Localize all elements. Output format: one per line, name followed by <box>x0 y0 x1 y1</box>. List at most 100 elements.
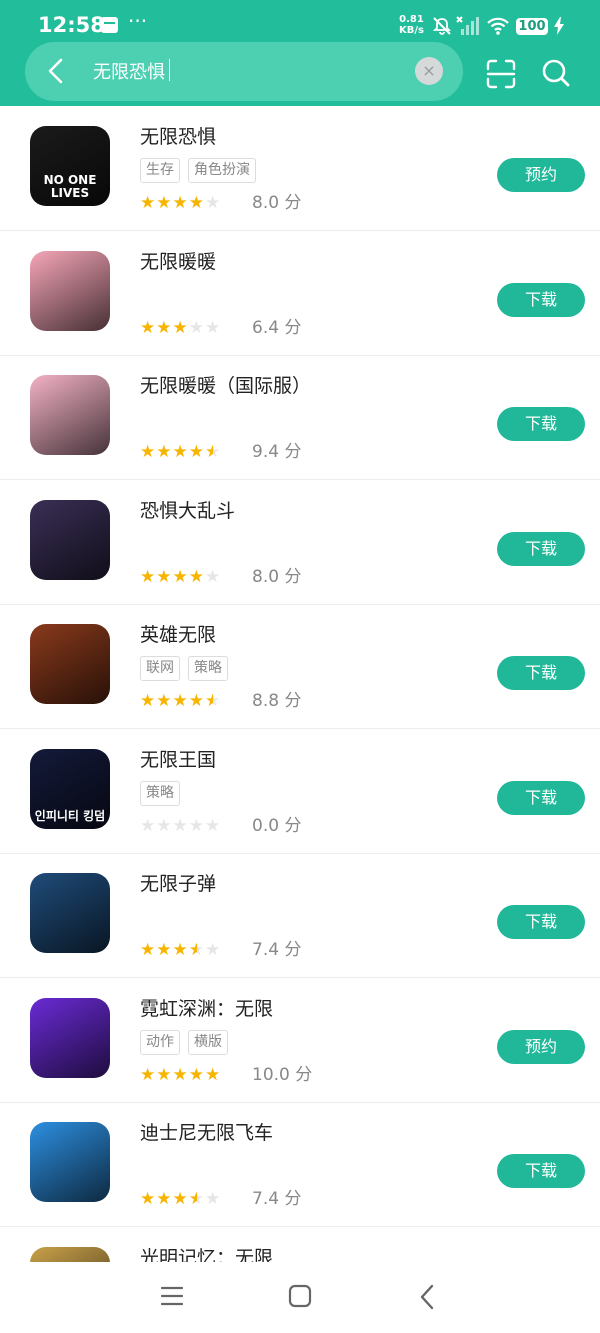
star-icon: ★ <box>172 815 189 836</box>
rating-score: 0.0 分 <box>252 815 302 836</box>
category-tag: 策略 <box>140 780 180 806</box>
star-icon: ★ <box>188 193 205 213</box>
app-list-item[interactable]: 迪士尼无限飞车 ★★★★★ 7.4 分下载 <box>0 1102 600 1227</box>
category-tag: 策略 <box>188 656 228 681</box>
app-icon[interactable] <box>30 624 110 704</box>
reserve-button[interactable]: 预约 <box>497 1029 585 1064</box>
app-name[interactable]: 无限王国 <box>140 745 216 772</box>
category-tag: 角色扮演 <box>188 158 256 183</box>
star-icon: ★ <box>156 1064 173 1085</box>
rating-score: 10.0 分 <box>252 1064 313 1085</box>
app-tags: 动作 横版 <box>140 1029 236 1055</box>
app-name[interactable]: 霓虹深渊：无限 <box>140 994 273 1021</box>
search-input[interactable]: 无限恐惧 <box>93 58 165 84</box>
app-icon[interactable] <box>30 1122 110 1202</box>
download-button[interactable]: 下载 <box>497 1154 585 1188</box>
app-icon[interactable] <box>30 375 110 455</box>
star-icon: ★ <box>172 940 189 960</box>
app-icon[interactable] <box>30 250 110 331</box>
app-list-item[interactable]: 英雄无限联网 策略 ★★★★★ 8.8 分 下载 <box>0 604 600 729</box>
network-speed: 0.81 KB/s <box>399 14 424 36</box>
star-icon: ★ <box>205 566 222 587</box>
app-icon[interactable] <box>30 997 110 1078</box>
star-icon: ★ <box>205 1189 222 1209</box>
star-icon: ★ <box>156 691 173 711</box>
rating-stars: ★★★★★ <box>140 691 221 711</box>
star-icon: ★ <box>172 317 189 338</box>
star-icon: ★ <box>188 317 205 338</box>
app-icon[interactable]: NO ONE LIVES <box>30 126 110 206</box>
app-icon[interactable] <box>30 1246 110 1262</box>
star-icon: ★ <box>140 940 157 960</box>
download-button[interactable]: 下载 <box>497 407 585 441</box>
app-name[interactable]: 无限子弹 <box>140 869 216 896</box>
star-icon: ★ <box>156 442 173 462</box>
star-icon: ★ <box>172 193 189 213</box>
clear-search-button[interactable]: × <box>415 57 443 85</box>
app-name[interactable]: 无限恐惧 <box>140 122 216 149</box>
app-list-item[interactable]: 无限暖暖（国际服） ★★★★★ 9.4 分下载 <box>0 355 600 480</box>
speed-value: 0.81 <box>399 14 424 25</box>
download-button[interactable]: 下载 <box>497 531 585 566</box>
download-button[interactable]: 下载 <box>497 656 585 690</box>
star-icon: ★ <box>140 1189 157 1209</box>
download-button[interactable]: 下载 <box>497 905 585 939</box>
app-list-item[interactable]: 光明记忆：无限 <box>0 1227 600 1263</box>
star-icon: ★ <box>140 815 157 836</box>
app-icon[interactable]: 인피니티 킹덤 <box>30 748 110 829</box>
star-icon: ★ <box>188 940 205 960</box>
app-icon[interactable] <box>30 499 110 580</box>
app-name[interactable]: 无限暖暖 <box>140 247 216 274</box>
rating-stars: ★★★★★ <box>140 1189 221 1209</box>
star-icon: ★ <box>156 193 173 213</box>
rating-score: 6.4 分 <box>252 317 302 338</box>
reserve-button[interactable]: 预约 <box>497 158 585 192</box>
app-name[interactable]: 英雄无限 <box>140 620 216 647</box>
mute-bell-icon <box>432 17 452 35</box>
rating-stars: ★★★★★ <box>140 816 221 836</box>
rating-score: 8.0 分 <box>252 193 302 213</box>
rating-score: 8.8 分 <box>252 691 302 711</box>
star-icon: ★ <box>156 317 173 338</box>
star-icon: ★ <box>140 1064 157 1085</box>
calendar-icon <box>101 17 118 33</box>
menu-icon[interactable] <box>161 1285 183 1307</box>
app-list-item[interactable]: 霓虹深渊：无限 动作 横版 ★★★★★ 10.0 分预约 <box>0 978 600 1103</box>
app-tags: 联网 策略 <box>140 656 236 681</box>
star-icon: ★ <box>205 691 222 711</box>
star-icon: ★ <box>156 1189 173 1209</box>
home-icon[interactable] <box>288 1284 312 1308</box>
star-icon: ★ <box>156 566 173 587</box>
app-list-item[interactable]: NO ONE LIVES 无限恐惧 生存 角色扮演 ★★★★★ 8.0 分预约 <box>0 106 600 231</box>
scan-icon[interactable] <box>485 58 517 90</box>
star-icon: ★ <box>172 1064 189 1085</box>
star-icon: ★ <box>172 691 189 711</box>
star-icon: ★ <box>205 317 222 338</box>
system-back-icon[interactable] <box>418 1284 436 1310</box>
star-icon: ★ <box>188 815 205 836</box>
app-list-item[interactable]: 无限暖暖 ★★★★★ 6.4 分下载 <box>0 231 600 356</box>
app-name[interactable]: 无限暖暖（国际服） <box>140 371 311 398</box>
search-bar[interactable] <box>25 42 463 101</box>
download-button[interactable]: 下载 <box>497 780 585 815</box>
app-list-item[interactable]: 无限子弹 ★★★★★ 7.4 分下载 <box>0 853 600 978</box>
app-name[interactable]: 迪士尼无限飞车 <box>140 1118 273 1145</box>
app-list-item[interactable]: 인피니티 킹덤 无限王国策略 ★★★★★ 0.0 分 下载 <box>0 729 600 854</box>
app-name[interactable]: 恐惧大乱斗 <box>140 496 235 523</box>
rating-stars: ★★★★★ <box>140 567 221 587</box>
clock: 12:58 <box>38 13 105 37</box>
category-tag: 横版 <box>188 1029 228 1055</box>
app-icon[interactable] <box>30 873 110 953</box>
search-results-list[interactable]: NO ONE LIVES 无限恐惧 生存 角色扮演 ★★★★★ 8.0 分预约 无限暖暖 ★★… <box>0 106 600 1262</box>
star-icon: ★ <box>140 193 157 213</box>
text-cursor <box>169 59 170 81</box>
star-icon: ★ <box>205 940 222 960</box>
app-list-item[interactable]: 恐惧大乱斗 ★★★★★ 8.0 分下载 <box>0 480 600 605</box>
rating-score: 9.4 分 <box>252 442 302 462</box>
app-name[interactable]: 光明记忆：无限 <box>140 1243 273 1263</box>
star-icon: ★ <box>188 1189 205 1209</box>
back-arrow-icon[interactable] <box>44 57 68 85</box>
search-icon[interactable] <box>541 58 571 88</box>
download-button[interactable]: 下载 <box>497 282 585 317</box>
star-icon: ★ <box>205 442 222 462</box>
